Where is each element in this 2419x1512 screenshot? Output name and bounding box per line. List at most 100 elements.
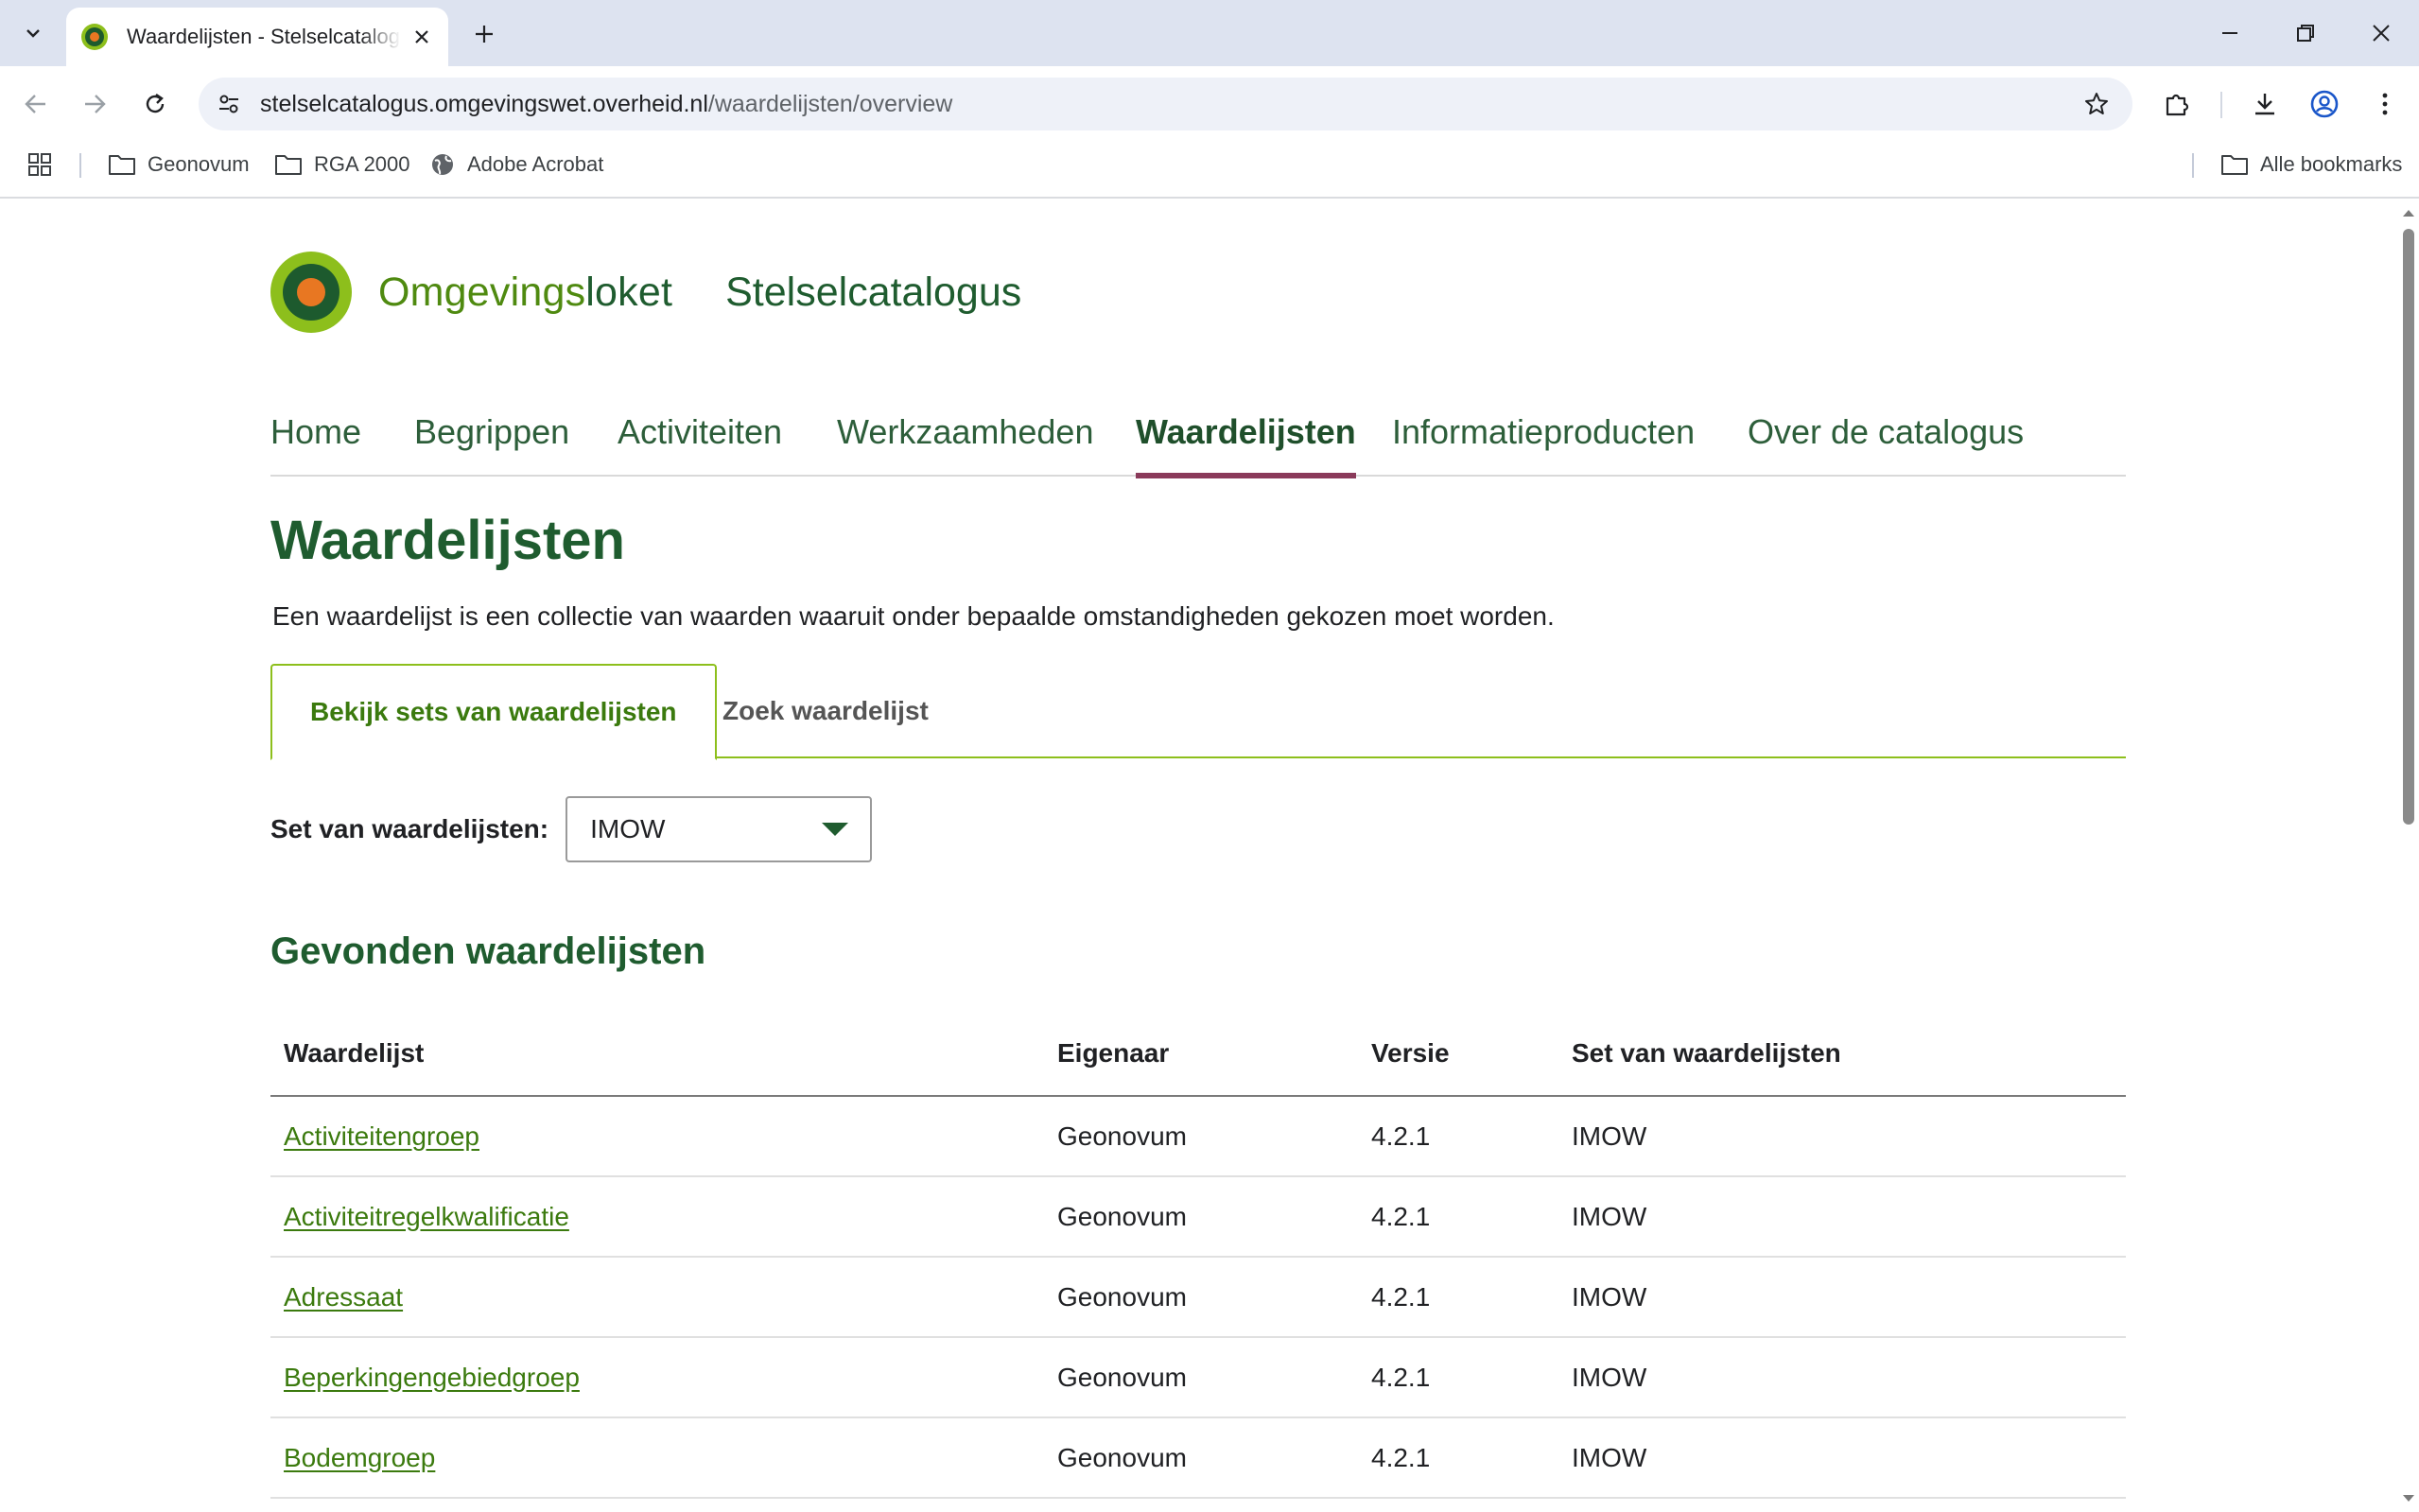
browser-toolbar: stelselcatalogus.omgevingswet.overheid.n… (0, 66, 2419, 142)
apps-grid-icon (28, 153, 51, 176)
minimize-icon (2222, 32, 2237, 34)
main-navigation: Home Begrippen Activiteiten Werkzaamhede… (270, 386, 2126, 478)
folder-icon (275, 155, 302, 175)
version-cell: 4.2.1 (1371, 1281, 1431, 1312)
set-filter: Set van waardelijsten: IMOW (270, 796, 873, 862)
table-row: Activiteitregelkwalificatie Geonovum 4.2… (270, 1177, 2126, 1258)
results-table: Waardelijst Eigenaar Versie Set van waar… (270, 1012, 2126, 1499)
profile-icon (2310, 90, 2339, 118)
column-header-waardelijst[interactable]: Waardelijst (284, 1012, 424, 1095)
restore-button[interactable] (2268, 9, 2343, 57)
column-header-versie[interactable]: Versie (1371, 1012, 1450, 1095)
forward-button[interactable] (74, 83, 115, 125)
arrow-left-icon (25, 95, 45, 113)
omgevingsloket-logo-icon[interactable] (270, 252, 352, 333)
folder-icon (2221, 155, 2248, 175)
owner-cell: Geonovum (1057, 1362, 1187, 1392)
close-icon (415, 30, 428, 43)
minimize-button[interactable] (2192, 9, 2268, 57)
version-cell: 4.2.1 (1371, 1362, 1431, 1392)
site-favicon-icon (81, 24, 108, 50)
waardelijst-link[interactable]: Activiteitengroep (284, 1121, 479, 1152)
owner-cell: Geonovum (1057, 1442, 1187, 1472)
tab-close-button[interactable] (409, 23, 435, 51)
downloads-button[interactable] (2244, 83, 2286, 125)
caret-down-icon (822, 823, 849, 836)
set-cell: IMOW (1572, 1442, 1647, 1472)
reload-icon (146, 94, 165, 113)
results-title: Gevonden waardelijsten (270, 930, 706, 972)
globe-icon (432, 154, 453, 175)
bookmark-geonovum[interactable]: Geonovum (108, 142, 250, 187)
nav-waardelijsten[interactable]: Waardelijsten (1136, 386, 1356, 478)
owner-cell: Geonovum (1057, 1121, 1187, 1151)
toolbar-separator (2220, 92, 2222, 118)
bookmark-star-button[interactable] (2081, 89, 2112, 119)
page-scrollbar[interactable] (2398, 200, 2419, 1512)
browser-menu-button[interactable] (2364, 83, 2406, 125)
close-window-button[interactable] (2343, 9, 2419, 57)
nav-activiteiten[interactable]: Activiteiten (618, 386, 782, 477)
page-title: Waardelijsten (270, 510, 625, 571)
tab-zoek-waardelijst[interactable]: Zoek waardelijst (685, 664, 966, 758)
set-cell: IMOW (1572, 1362, 1647, 1392)
reload-button[interactable] (134, 83, 176, 125)
scroll-up-arrow-icon[interactable] (2402, 206, 2415, 219)
tab-bekijk-sets[interactable]: Bekijk sets van waardelijsten (270, 664, 717, 760)
bookmark-separator (2192, 153, 2194, 178)
table-row: Bodemgroep Geonovum 4.2.1 IMOW (270, 1418, 2126, 1499)
bookmark-rga-2000[interactable]: RGA 2000 (274, 142, 410, 187)
column-header-eigenaar[interactable]: Eigenaar (1057, 1012, 1169, 1095)
close-icon (2373, 25, 2390, 42)
table-row: Activiteitengroep Geonovum 4.2.1 IMOW (270, 1097, 2126, 1177)
profile-button[interactable] (2304, 83, 2345, 125)
tab-search-button[interactable] (9, 12, 57, 54)
table-row: Adressaat Geonovum 4.2.1 IMOW (270, 1258, 2126, 1338)
bookmarks-bar: Geonovum RGA 2000 Adobe Acrobat Alle boo… (0, 142, 2419, 199)
download-icon (2255, 94, 2274, 115)
url-text: stelselcatalogus.omgevingswet.overheid.n… (260, 91, 953, 117)
nav-home[interactable]: Home (270, 386, 361, 477)
scrollbar-thumb[interactable] (2403, 229, 2414, 825)
page-viewport: Omgevingsloket Stelselcatalogus Home Beg… (0, 200, 2398, 1512)
tab-title: Waardelijsten - Stelselcatalogus (127, 25, 402, 48)
version-cell: 4.2.1 (1371, 1201, 1431, 1231)
waardelijst-link[interactable]: Adressaat (284, 1282, 403, 1312)
address-bar[interactable]: stelselcatalogus.omgevingswet.overheid.n… (199, 78, 2132, 130)
scroll-down-arrow-icon[interactable] (2402, 1492, 2415, 1505)
browser-tab-active[interactable]: Waardelijsten - Stelselcatalogus (66, 8, 448, 66)
column-header-set[interactable]: Set van waardelijsten (1572, 1012, 1841, 1095)
nav-werkzaamheden[interactable]: Werkzaamheden (837, 386, 1093, 477)
chevron-down-icon (26, 29, 40, 38)
owner-cell: Geonovum (1057, 1281, 1187, 1312)
all-bookmarks-button[interactable]: Alle bookmarks (2220, 142, 2402, 187)
version-cell: 4.2.1 (1371, 1442, 1431, 1472)
page-intro: Een waardelijst is een collectie van waa… (272, 601, 1555, 631)
set-select[interactable]: IMOW (566, 796, 873, 862)
waardelijst-link[interactable]: Activiteitregelkwalificatie (284, 1202, 569, 1232)
nav-begrippen[interactable]: Begrippen (414, 386, 569, 477)
site-header: Omgevingsloket Stelselcatalogus (270, 252, 1021, 333)
waardelijst-link[interactable]: Bodemgroep (284, 1443, 435, 1473)
bookmark-adobe-acrobat[interactable]: Adobe Acrobat (429, 142, 603, 187)
site-info-icon[interactable] (214, 89, 244, 119)
brand-name[interactable]: Omgevingsloket (378, 269, 672, 316)
new-tab-button[interactable] (463, 15, 505, 53)
arrow-right-icon (85, 95, 106, 113)
extensions-button[interactable] (2156, 83, 2198, 125)
set-select-value: IMOW (590, 814, 666, 843)
waardelijst-link[interactable]: Beperkingengebiedgroep (284, 1363, 580, 1393)
more-vert-icon (2382, 93, 2388, 115)
site-subtitle[interactable]: Stelselcatalogus (725, 269, 1021, 316)
nav-informatieproducten[interactable]: Informatieproducten (1392, 386, 1695, 477)
set-cell: IMOW (1572, 1281, 1647, 1312)
star-icon (2085, 93, 2108, 114)
set-label: Set van waardelijsten: (270, 814, 549, 843)
set-cell: IMOW (1572, 1121, 1647, 1151)
back-button[interactable] (15, 83, 57, 125)
folder-icon (109, 155, 135, 175)
nav-over-de-catalogus[interactable]: Over de catalogus (1748, 386, 2024, 477)
owner-cell: Geonovum (1057, 1201, 1187, 1231)
apps-button[interactable] (26, 142, 64, 187)
puzzle-icon (2166, 94, 2189, 116)
